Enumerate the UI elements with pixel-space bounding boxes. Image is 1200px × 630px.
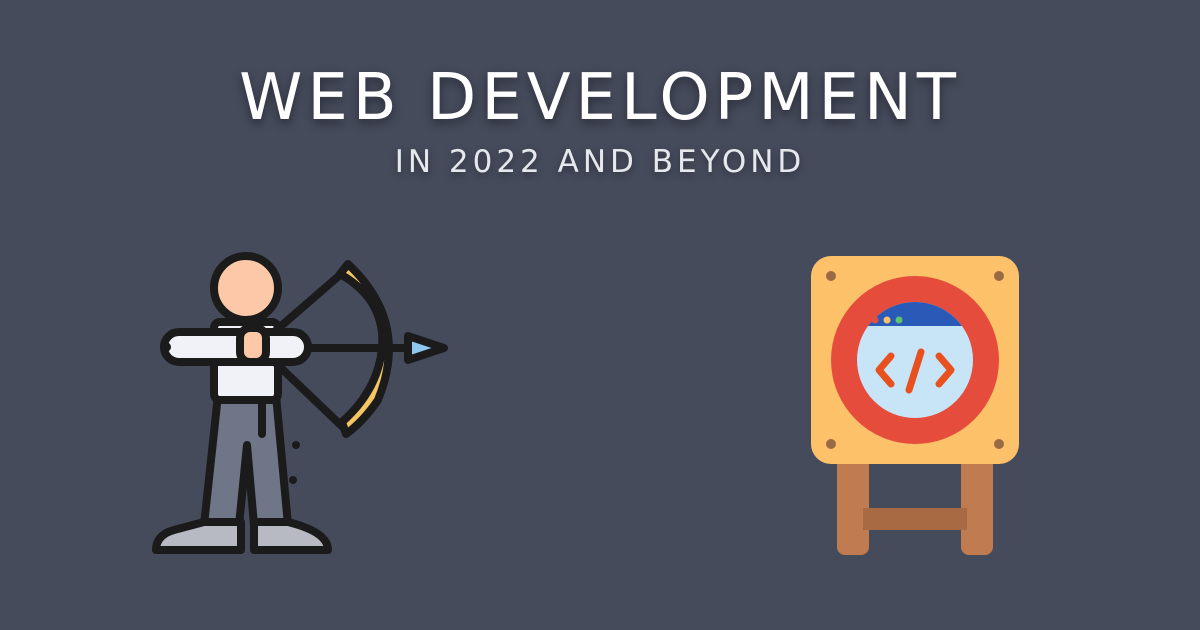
page-subtitle: IN 2022 AND BEYOND: [394, 144, 806, 180]
page-title: WEB DEVELOPMENT: [239, 61, 961, 135]
code-target-icon: [811, 256, 1019, 555]
archer-icon: [152, 252, 448, 554]
